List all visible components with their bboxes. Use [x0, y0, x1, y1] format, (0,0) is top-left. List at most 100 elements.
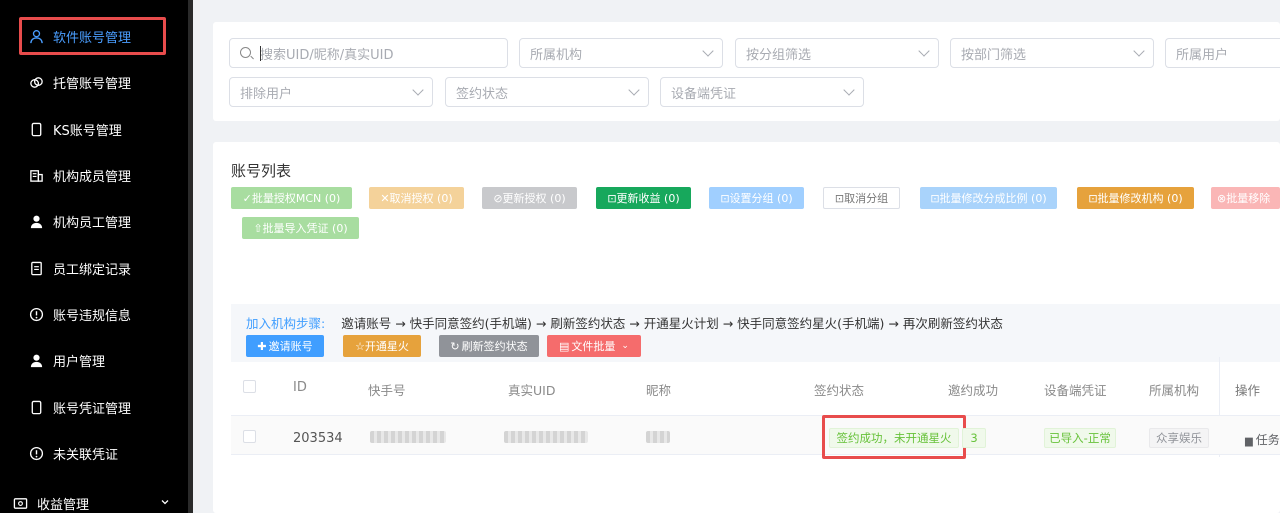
person-icon: [28, 352, 44, 368]
batch-auth-mcn-button[interactable]: ✓批量授权MCN (0): [231, 187, 352, 209]
list-title: 账号列表: [231, 162, 292, 180]
update-income-button[interactable]: ⊡更新收益 (0): [596, 187, 691, 209]
phone-icon: [28, 399, 44, 415]
nickname-redacted: [646, 431, 670, 443]
column-header-ks: 快手号: [368, 383, 406, 398]
batch-import-cred-button[interactable]: ⇧批量导入凭证 (0): [242, 217, 359, 239]
sidebar-item-binding-records[interactable]: 员工绑定记录: [0, 256, 188, 280]
steps-label: 加入机构步骤:: [246, 316, 326, 331]
sidebar-item-violations[interactable]: 账号违规信息: [0, 302, 188, 326]
alert-icon: [28, 445, 44, 461]
cancel-auth-button[interactable]: ✕取消授权 (0): [369, 187, 464, 209]
chevron-down-icon: [702, 45, 714, 57]
refresh-sign-status-button[interactable]: ↻ 刷新签约状态: [439, 335, 539, 357]
sidebar-item-unlinked[interactable]: 未关联凭证: [0, 441, 188, 465]
sidebar-item-income[interactable]: 收益管理: [0, 491, 188, 513]
sidebar-item-label: 账号凭证管理: [53, 401, 132, 417]
dept-select-label: 按部门筛选: [961, 47, 1027, 63]
sidebar-item-ks-accounts[interactable]: KS账号管理: [0, 117, 188, 141]
steps-text: 加入机构步骤: 邀请账号 → 快手同意签约(手机端) → 刷新签约状态 → 开通星…: [246, 313, 1003, 332]
column-header-actions: 操作: [1235, 383, 1261, 398]
join-org-steps: 加入机构步骤: 邀请账号 → 快手同意签约(手机端) → 刷新签约状态 → 开通星…: [231, 304, 1280, 362]
invite-account-button[interactable]: ✚ 邀请账号: [246, 335, 324, 357]
sidebar-item-hosted-accounts[interactable]: 托管账号管理: [0, 70, 188, 94]
update-auth-button[interactable]: ⊘更新授权 (0): [482, 187, 577, 209]
sidebar-item-org-staff[interactable]: 机构员工管理: [0, 209, 188, 233]
row-checkbox[interactable]: [243, 430, 256, 443]
invite-count-badge: 3: [962, 428, 986, 448]
sidebar-item-label: 机构员工管理: [53, 215, 132, 231]
sign-status-highlight: [822, 415, 966, 459]
dept-select[interactable]: 按部门筛选: [950, 38, 1154, 68]
steps-flow: 邀请账号 → 快手同意签约(手机端) → 刷新签约状态 → 开通星火计划 → 快…: [341, 316, 1003, 331]
uid-redacted: [504, 431, 588, 443]
file-icon: ▤: [559, 339, 570, 353]
user-icon: [28, 28, 44, 44]
exclude-select-label: 排除用户: [240, 86, 293, 102]
exclude-user-select[interactable]: 排除用户: [229, 77, 433, 107]
column-header-device-cred: 设备端凭证: [1044, 383, 1107, 398]
sidebar-item-label: 账号违规信息: [53, 308, 132, 324]
file-batch-label: 文件批量: [571, 340, 616, 353]
owner-select-label: 所属用户: [1176, 47, 1229, 63]
device-cred-select[interactable]: 设备端凭证: [660, 77, 864, 107]
row-id: 203534: [293, 431, 343, 446]
search-input[interactable]: 搜索UID/昵称/真实UID: [229, 38, 508, 68]
document-icon: [28, 260, 44, 276]
alert-icon: [28, 306, 44, 322]
column-header-invite-success: 邀约成功: [948, 383, 999, 398]
invite-icon: ✚: [257, 339, 267, 353]
refresh-label: 刷新签约状态: [461, 340, 528, 353]
trash-icon: ▆: [1245, 436, 1253, 447]
org-select-label: 所属机构: [530, 47, 583, 63]
chevron-down-icon: [628, 84, 640, 96]
set-group-button[interactable]: ⊡设置分组 (0): [709, 187, 804, 209]
column-header-id[interactable]: ID: [293, 380, 307, 395]
search-placeholder: 搜索UID/昵称/真实UID: [260, 47, 394, 63]
person-icon: [28, 213, 44, 229]
sidebar-item-label: 员工绑定记录: [53, 262, 132, 278]
main-content: 搜索UID/昵称/真实UID 所属机构 按分组筛选 按部门筛选 所属用户 排除用…: [193, 0, 1280, 513]
sidebar-item-label: 软件账号管理: [53, 30, 132, 46]
chevron-down-icon: [843, 84, 855, 96]
group-select-label: 按分组筛选: [746, 47, 812, 63]
phone-icon: [28, 121, 44, 137]
chevron-down-icon: [1133, 45, 1145, 57]
sidebar-item-software-accounts[interactable]: 软件账号管理: [0, 24, 188, 48]
select-all-checkbox[interactable]: [243, 380, 256, 393]
sidebar-item-org-members[interactable]: 机构成员管理: [0, 163, 188, 187]
group-select[interactable]: 按分组筛选: [735, 38, 939, 68]
sidebar-item-label: 用户管理: [53, 354, 106, 370]
column-header-uid: 真实UID: [508, 383, 556, 398]
sidebar-item-label: KS账号管理: [53, 123, 122, 139]
batch-remove-button[interactable]: ⊗批量移除: [1211, 187, 1280, 209]
search-icon: [240, 47, 251, 58]
sidebar: 软件账号管理 托管账号管理 KS账号管理 机构成员管理 机构员工管理 员工绑定记…: [0, 0, 188, 513]
column-header-org: 所属机构: [1149, 383, 1200, 398]
open-spark-button[interactable]: ☆开通星火: [343, 335, 421, 357]
file-batch-dropdown-button[interactable]: ▤ 文件批量 ⌄: [547, 335, 641, 357]
sidebar-item-credentials[interactable]: 账号凭证管理: [0, 395, 188, 419]
text-cursor: [260, 46, 261, 61]
batch-edit-ratio-button[interactable]: ⊡批量修改分成比例 (0): [920, 187, 1057, 209]
org-badge: 众享娱乐: [1149, 428, 1209, 448]
chevron-down-icon: [918, 45, 930, 57]
sidebar-item-label: 收益管理: [37, 497, 90, 513]
batch-edit-org-button[interactable]: ⊡批量修改机构 (0): [1077, 187, 1194, 209]
sign-status-select[interactable]: 签约状态: [445, 77, 649, 107]
org-select[interactable]: 所属机构: [519, 38, 723, 68]
column-header-nickname: 昵称: [646, 383, 672, 398]
refresh-icon: ↻: [450, 339, 460, 353]
task-button[interactable]: ▆ 任务: [1245, 431, 1280, 448]
device-cred-badge: 已导入-正常: [1044, 428, 1116, 448]
sidebar-item-users[interactable]: 用户管理: [0, 348, 188, 372]
cancel-group-button[interactable]: ⊡取消分组: [823, 187, 900, 209]
owner-select[interactable]: 所属用户: [1165, 38, 1280, 68]
ks-number-redacted: [370, 431, 446, 443]
column-header-sign-status: 签约状态: [814, 383, 865, 398]
chevron-down-icon: [412, 84, 424, 96]
device-cred-label: 设备端凭证: [671, 86, 737, 102]
task-label: 任务: [1255, 433, 1280, 447]
filter-panel: 搜索UID/昵称/真实UID 所属机构 按分组筛选 按部门筛选 所属用户 排除用…: [213, 22, 1280, 121]
invite-label: 邀请账号: [268, 340, 313, 353]
